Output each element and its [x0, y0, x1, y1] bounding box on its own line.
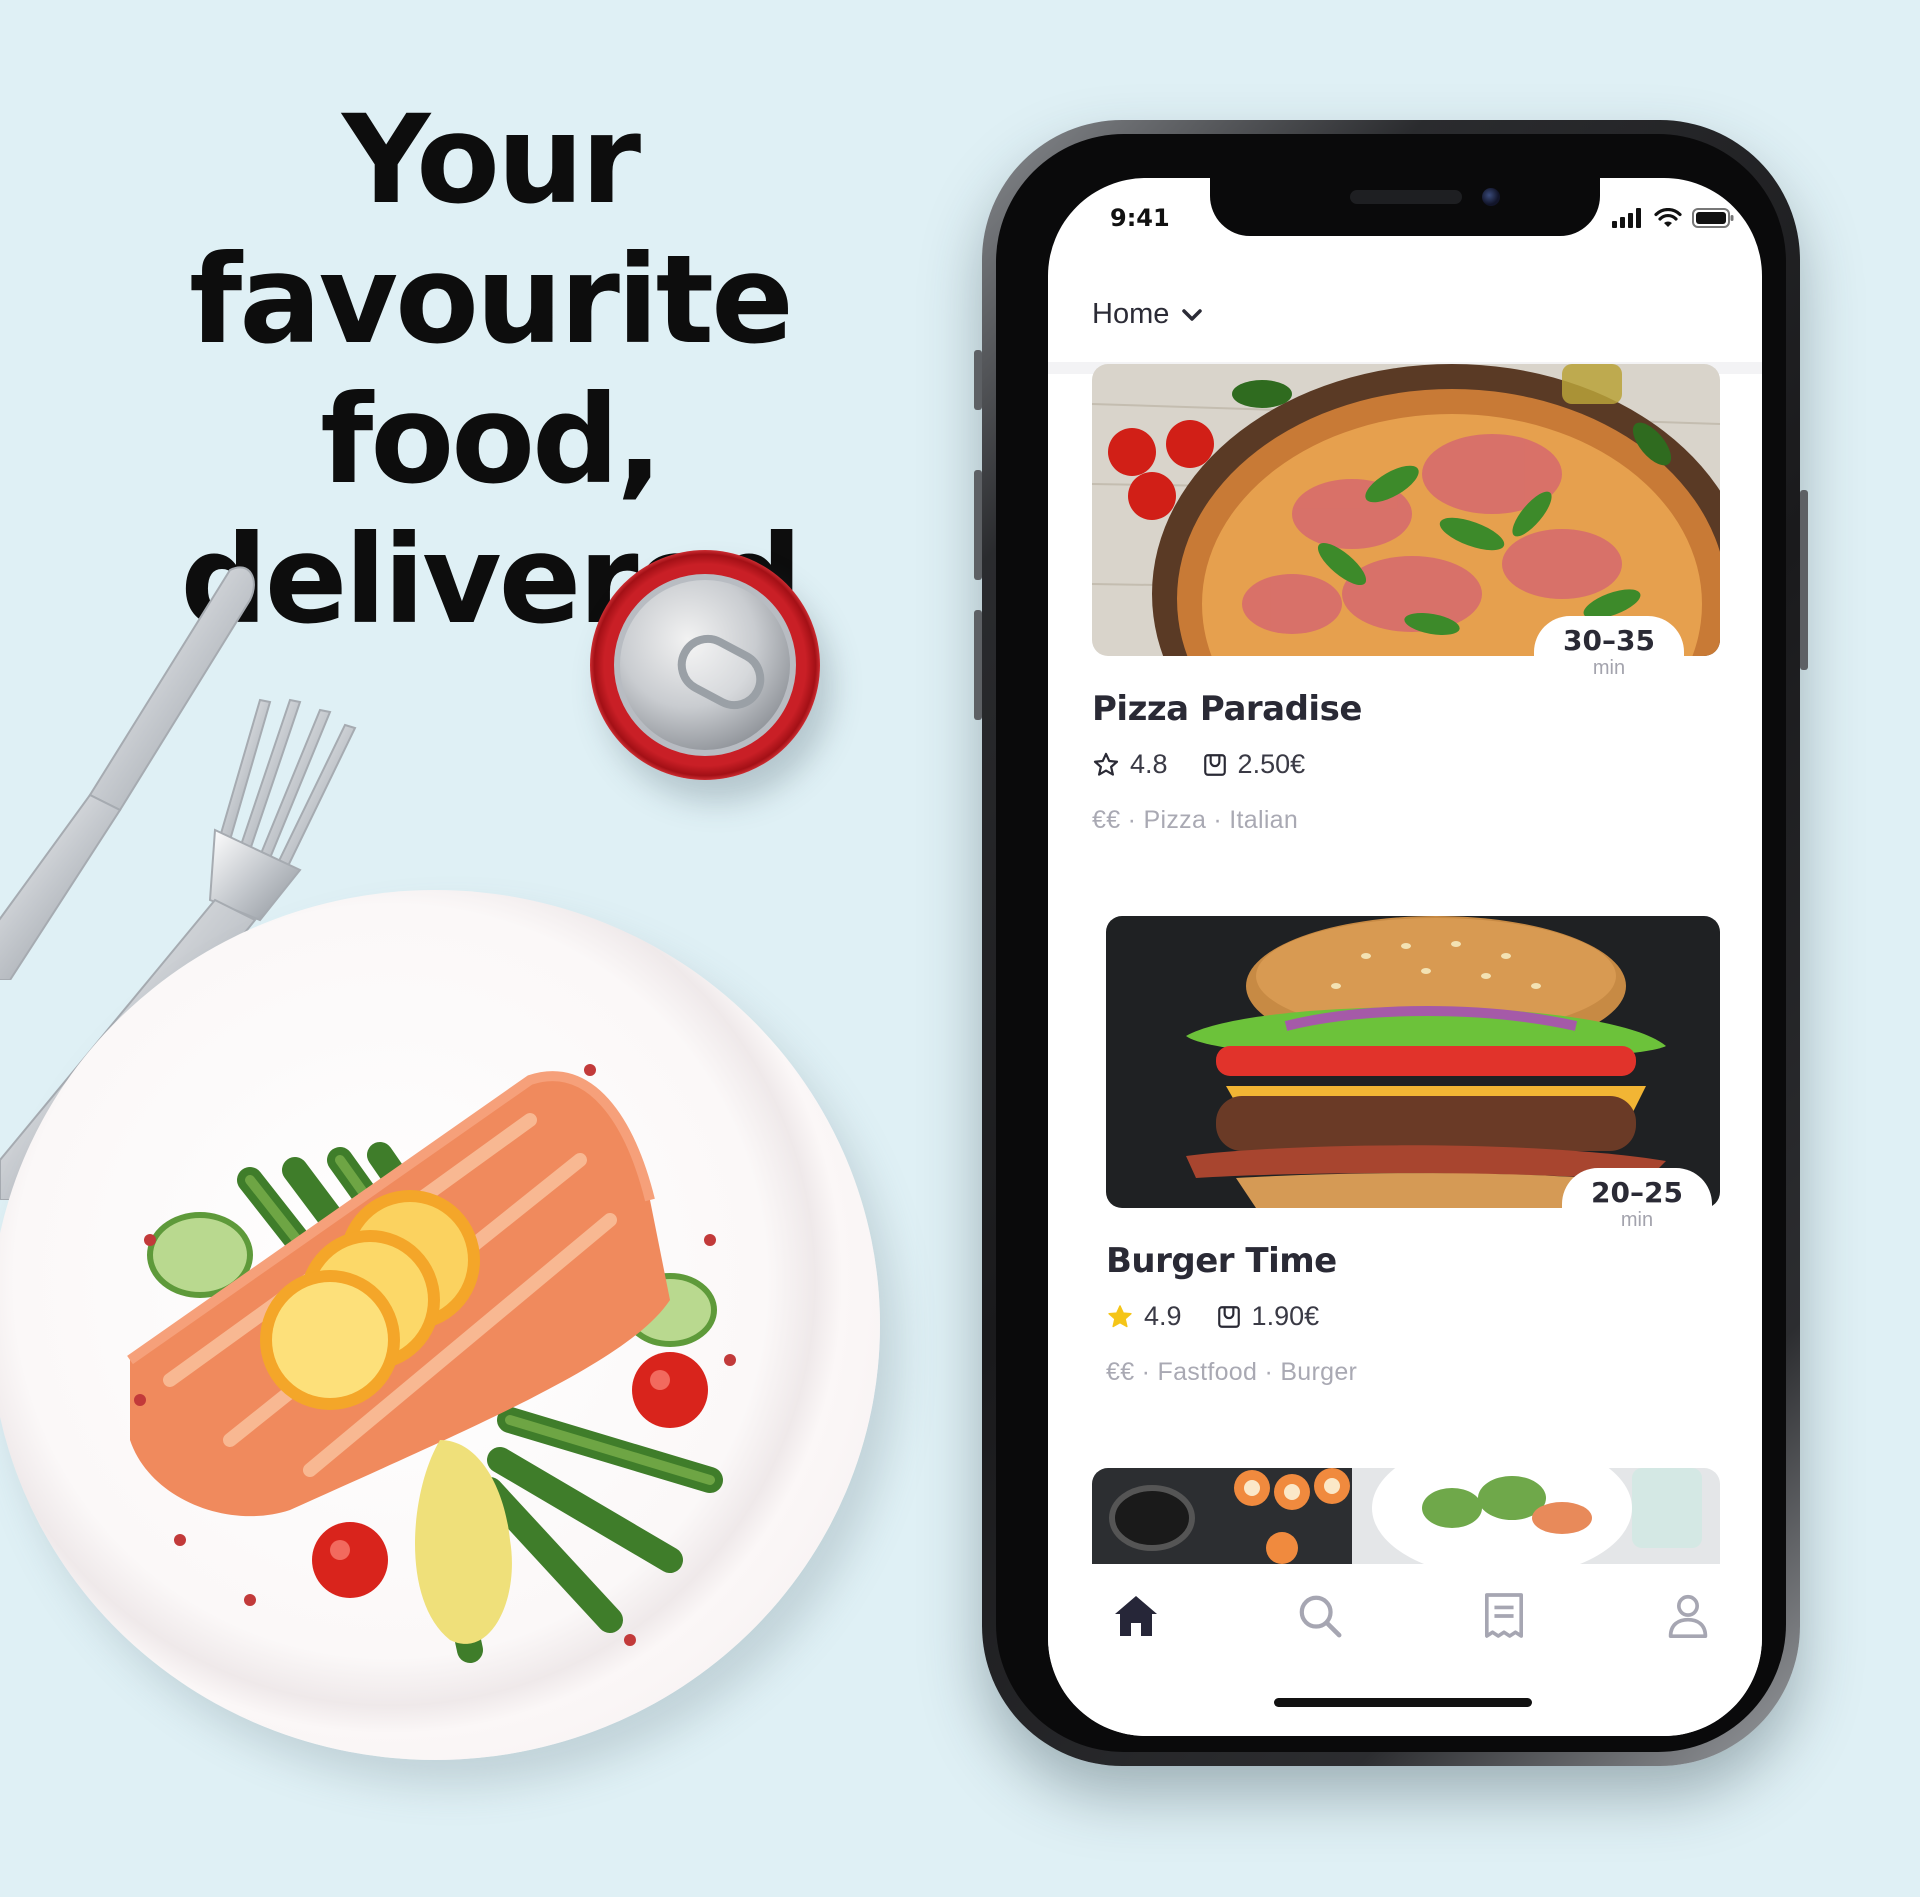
bag-icon [1217, 1305, 1240, 1328]
salmon-dish-image [127, 1064, 736, 1663]
restaurant-card-burger-time[interactable]: 20–25 min Burger Time 4.9 1.90€ €€ · Fas… [1106, 916, 1734, 1386]
status-time: 9:41 [1110, 204, 1170, 232]
delivery-time-badge: 20–25 min [1562, 1168, 1712, 1240]
delivery-fee: 2.50€ [1237, 749, 1306, 779]
bottom-tab-bar [1048, 1564, 1762, 1736]
burger-photo [1106, 916, 1720, 1208]
restaurant-meta: 4.8 2.50€ [1092, 749, 1305, 780]
soda-can-image [590, 550, 820, 780]
notch [1210, 178, 1600, 236]
tab-orders[interactable] [1474, 1586, 1534, 1646]
home-indicator[interactable] [1274, 1698, 1532, 1707]
tab-profile[interactable] [1658, 1586, 1718, 1646]
pizza-photo [1092, 364, 1720, 656]
chevron-down-icon [1182, 308, 1203, 321]
rating-value: 4.9 [1144, 1301, 1182, 1331]
restaurant-meta: 4.9 1.90€ [1106, 1301, 1319, 1332]
bag-icon [1203, 753, 1226, 776]
battery-icon [1692, 208, 1734, 228]
phone-mockup: 9:41 Home 30–35 min Pizza Paradise 4.8 2… [974, 120, 1808, 1766]
tab-search[interactable] [1290, 1586, 1350, 1646]
front-camera [1482, 188, 1500, 206]
location-label: Home [1092, 298, 1170, 330]
profile-icon [1668, 1594, 1708, 1638]
rating-value: 4.8 [1130, 749, 1168, 779]
location-header: Home [1048, 278, 1762, 358]
star-outline-icon [1093, 752, 1119, 776]
search-icon [1299, 1595, 1342, 1638]
restaurant-name: Pizza Paradise [1092, 689, 1362, 729]
restaurant-tags: €€ · Pizza · Italian [1092, 806, 1299, 834]
headline-line-1: Your favourite [189, 89, 794, 371]
wifi-icon [1654, 208, 1682, 227]
delivery-fee: 1.90€ [1251, 1301, 1320, 1331]
restaurant-tags: €€ · Fastfood · Burger [1106, 1358, 1358, 1386]
restaurant-card-pizza-paradise[interactable]: 30–35 min Pizza Paradise 4.8 2.50€ €€ · … [1092, 364, 1720, 834]
tab-home[interactable] [1106, 1586, 1166, 1646]
restaurant-name: Burger Time [1106, 1241, 1337, 1281]
signal-icon [1612, 208, 1641, 228]
eta-unit: min [1620, 1209, 1654, 1231]
delivery-time-badge: 30–35 min [1534, 616, 1684, 688]
receipt-icon [1485, 1593, 1523, 1638]
star-filled-icon [1108, 1304, 1132, 1327]
phone-screen: 9:41 Home 30–35 min Pizza Paradise 4.8 2… [1048, 178, 1762, 1736]
location-selector[interactable]: Home [1092, 298, 1203, 331]
eta-unit: min [1592, 657, 1626, 679]
speaker-grille [1350, 190, 1462, 204]
eta-range: 30–35 [1563, 624, 1655, 657]
eta-range: 20–25 [1591, 1176, 1683, 1209]
home-icon [1115, 1596, 1157, 1636]
